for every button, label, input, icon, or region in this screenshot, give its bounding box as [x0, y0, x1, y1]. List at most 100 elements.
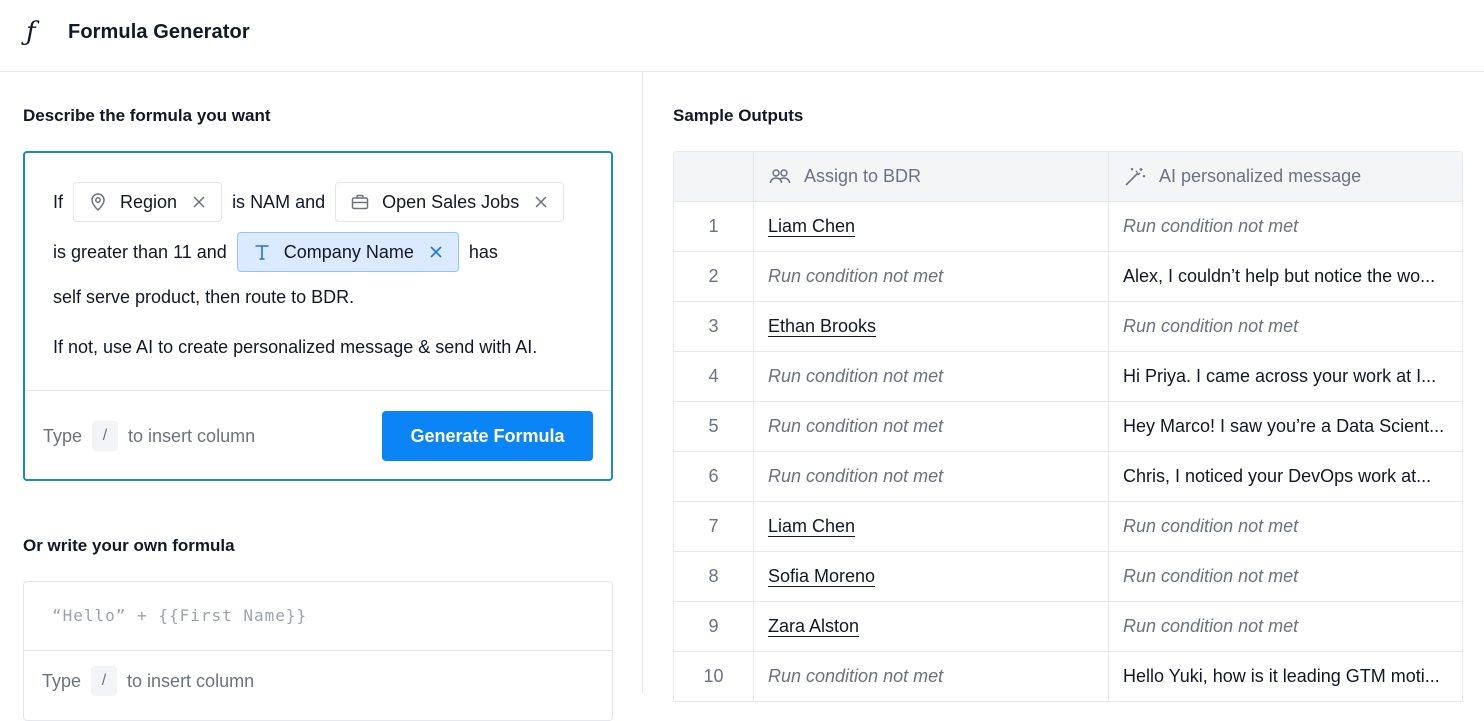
prompt-editor[interactable]: If Region is NAM and Open Sales Jobs is …: [23, 151, 613, 481]
ai-message-text: Hi Priya. I came across your work at I..…: [1123, 366, 1437, 386]
magic-wand-icon: [1125, 167, 1146, 186]
text-type-icon: [255, 245, 269, 260]
cell-ai-message[interactable]: Run condition not met: [1109, 202, 1462, 251]
table-row[interactable]: 9 Zara Alston Run condition not met: [674, 602, 1462, 652]
table-row[interactable]: 2 Run condition not met Alex, I couldn’t h…: [674, 252, 1462, 302]
insert-column-hint: Type / to insert column: [43, 421, 255, 451]
sample-outputs-table: Assign to BDR AI personalized message 1L…: [673, 151, 1463, 702]
chip-region[interactable]: Region: [73, 182, 223, 222]
own-formula-editor[interactable]: “Hello” + {{First Name}} Type / to inser…: [23, 581, 613, 721]
users-icon: [769, 168, 791, 183]
bdr-name-link[interactable]: Zara Alston: [768, 616, 859, 637]
hint-text: to insert column: [127, 670, 255, 691]
cell-assign-to-bdr[interactable]: Zara Alston: [754, 602, 1109, 651]
table-row[interactable]: 3 Ethan Brooks Run condition not met: [674, 302, 1462, 352]
slash-key: /: [92, 421, 119, 451]
table-header: Assign to BDR AI personalized message: [674, 152, 1462, 202]
chip-label: Open Sales Jobs: [382, 192, 520, 212]
chip-company-name[interactable]: Company Name: [236, 232, 459, 272]
cell-assign-to-bdr[interactable]: Run condition not met: [754, 402, 1109, 451]
cell-assign-to-bdr[interactable]: Run condition not met: [754, 352, 1109, 401]
prompt-editor-footer: Type / to insert column Generate Formula: [25, 391, 611, 479]
row-number: 5: [674, 402, 754, 451]
condition-not-met-text: Run condition not met: [1123, 316, 1299, 336]
ai-message-text: Chris, I noticed your DevOps work at...: [1123, 466, 1432, 486]
table-row[interactable]: 7 Liam Chen Run condition not met: [674, 502, 1462, 552]
close-icon[interactable]: [533, 194, 549, 210]
column-header-label: AI personalized message: [1159, 166, 1362, 186]
generate-formula-button[interactable]: Generate Formula: [382, 411, 593, 461]
bdr-name-link[interactable]: Liam Chen: [768, 216, 855, 237]
column-header-assign-to-bdr[interactable]: Assign to BDR: [754, 152, 1109, 201]
cell-ai-message[interactable]: Hi Priya. I came across your work at I..…: [1109, 352, 1462, 401]
condition-not-met-text: Run condition not met: [768, 666, 944, 686]
table-body: 1 Liam Chen Run condition not met 2 Run cond…: [674, 202, 1462, 702]
row-number-header: [674, 152, 754, 201]
own-formula-title: Or write your own formula: [23, 536, 235, 555]
app-title: Formula Generator: [68, 21, 250, 43]
row-number: 3: [674, 302, 754, 351]
cell-ai-message[interactable]: Run condition not met: [1109, 302, 1462, 351]
row-number: 8: [674, 552, 754, 601]
row-number: 2: [674, 252, 754, 301]
cell-ai-message[interactable]: Chris, I noticed your DevOps work at...: [1109, 452, 1462, 501]
row-number: 1: [674, 202, 754, 251]
condition-not-met-text: Run condition not met: [768, 266, 944, 286]
condition-not-met-text: Run condition not met: [1123, 566, 1299, 586]
bdr-name-link[interactable]: Ethan Brooks: [768, 316, 876, 337]
own-formula-input[interactable]: “Hello” + {{First Name}}: [52, 606, 307, 625]
row-number: 9: [674, 602, 754, 651]
condition-not-met-text: Run condition not met: [768, 416, 944, 436]
cell-ai-message[interactable]: Run condition not met: [1109, 502, 1462, 551]
ai-message-text: Hello Yuki, how is it leading GTM moti..…: [1123, 666, 1440, 686]
cell-ai-message[interactable]: Run condition not met: [1109, 602, 1462, 651]
prompt-text: If: [53, 192, 64, 212]
prompt-line-4: If not, use AI to create personalized me…: [53, 337, 538, 357]
cell-assign-to-bdr[interactable]: Liam Chen: [754, 502, 1109, 551]
prompt-line-3: self serve product, then route to BDR.: [53, 287, 355, 307]
condition-not-met-text: Run condition not met: [768, 466, 944, 486]
table-row[interactable]: 10 Run condition not met Hello Yuki, how i…: [674, 652, 1462, 702]
cell-assign-to-bdr[interactable]: Sofia Moreno: [754, 552, 1109, 601]
chip-open-sales-jobs[interactable]: Open Sales Jobs: [335, 182, 565, 222]
cell-assign-to-bdr[interactable]: Ethan Brooks: [754, 302, 1109, 351]
table-row[interactable]: 6 Run condition not met Chris, I noticed y…: [674, 452, 1462, 502]
top-bar: ƒ Formula Generator: [0, 0, 1484, 72]
hint-text: to insert column: [128, 425, 256, 446]
bdr-name-link[interactable]: Liam Chen: [768, 516, 855, 537]
table-row[interactable]: 1 Liam Chen Run condition not met: [674, 202, 1462, 252]
row-number: 7: [674, 502, 754, 551]
chip-label: Region: [120, 192, 178, 212]
prompt-text: is NAM and: [232, 192, 326, 212]
row-number: 6: [674, 452, 754, 501]
prompt-line-1: If Region is NAM and Open Sales Jobs: [53, 182, 574, 222]
table-row[interactable]: 8 Sofia Moreno Run condition not met: [674, 552, 1462, 602]
condition-not-met-text: Run condition not met: [1123, 216, 1299, 236]
prompt-editor-body[interactable]: If Region is NAM and Open Sales Jobs is …: [25, 153, 611, 391]
condition-not-met-text: Run condition not met: [1123, 616, 1299, 636]
chip-label: Company Name: [283, 242, 414, 262]
table-row[interactable]: 4 Run condition not met Hi Priya. I came a…: [674, 352, 1462, 402]
close-icon[interactable]: [428, 244, 444, 260]
function-icon: ƒ: [26, 17, 36, 47]
cell-ai-message[interactable]: Alex, I couldn’t help but notice the wo.…: [1109, 252, 1462, 301]
briefcase-icon: [351, 194, 369, 210]
close-icon[interactable]: [191, 194, 207, 210]
cell-assign-to-bdr[interactable]: Run condition not met: [754, 452, 1109, 501]
column-header-ai-message[interactable]: AI personalized message: [1109, 152, 1462, 201]
cell-ai-message[interactable]: Run condition not met: [1109, 552, 1462, 601]
condition-not-met-text: Run condition not met: [1123, 516, 1299, 536]
sample-outputs-title: Sample Outputs: [673, 106, 804, 125]
divider: [24, 650, 612, 651]
table-row[interactable]: 5 Run condition not met Hey Marco! I saw y…: [674, 402, 1462, 452]
cell-assign-to-bdr[interactable]: Run condition not met: [754, 252, 1109, 301]
cell-assign-to-bdr[interactable]: Liam Chen: [754, 202, 1109, 251]
column-header-label: Assign to BDR: [804, 166, 922, 186]
location-pin-icon: [91, 193, 105, 212]
prompt-text: is greater than 11 and: [53, 242, 227, 262]
bdr-name-link[interactable]: Sofia Moreno: [768, 566, 875, 587]
hint-text: Type: [42, 670, 82, 691]
cell-ai-message[interactable]: Hey Marco! I saw you’re a Data Scient...: [1109, 402, 1462, 451]
ai-message-text: Alex, I couldn’t help but notice the wo.…: [1123, 266, 1436, 286]
ai-message-text: Hey Marco! I saw you’re a Data Scient...: [1123, 416, 1445, 436]
